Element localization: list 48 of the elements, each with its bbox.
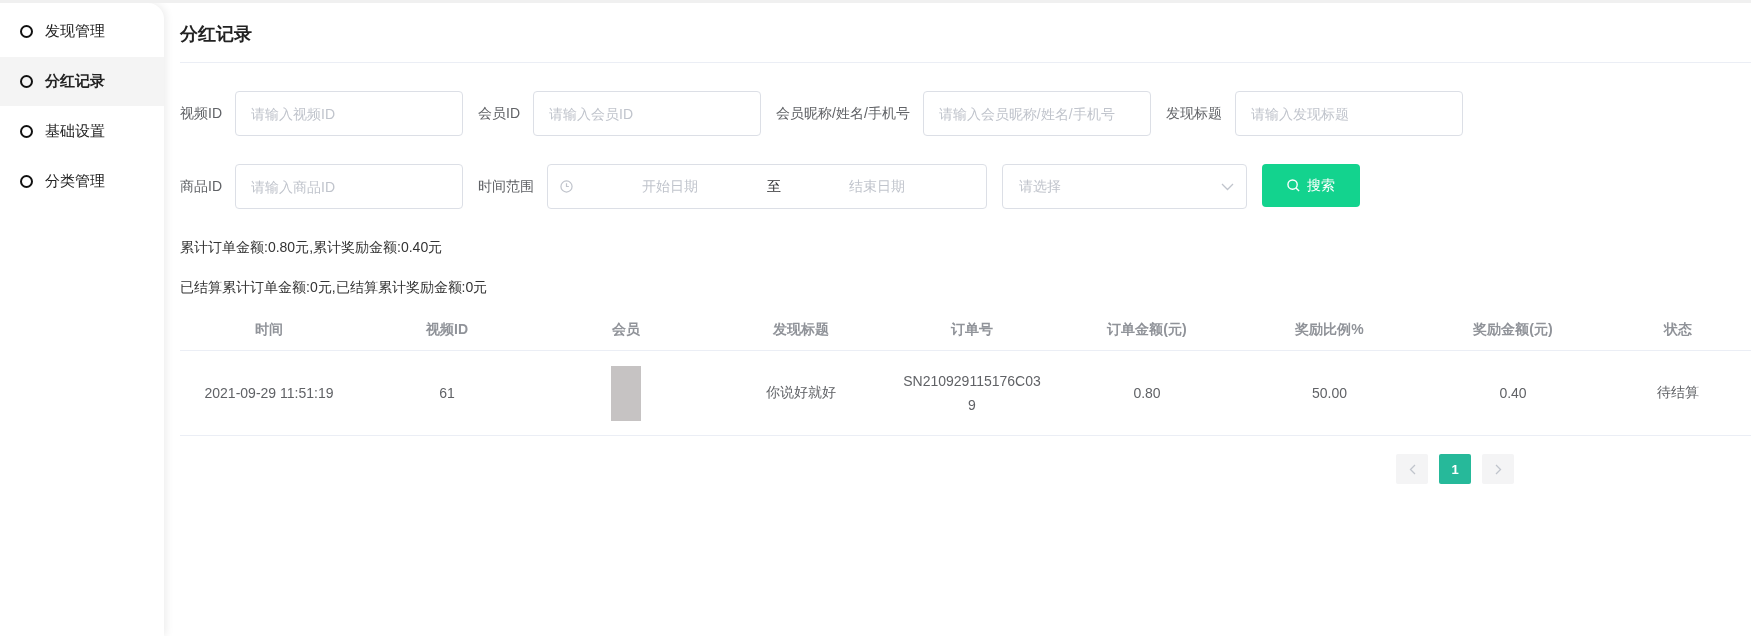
sidebar-item[interactable]: 发现管理 [0,7,164,56]
field-label: 发现标题 [1165,104,1222,123]
table-cell: 0.80 [1133,385,1161,401]
field-label: 时间范围 [478,177,534,196]
field-label: 会员昵称/姓名/手机号 [776,104,910,123]
table-cell-text: SN210929115176C039 [902,372,1042,415]
column-header: 视频ID [425,319,469,339]
input-field[interactable]: 请输入商品ID [235,164,463,209]
column-header: 状态 [1662,319,1693,339]
circle-icon [20,25,33,38]
sidebar-item[interactable]: 分类管理 [0,157,164,206]
clock-icon [560,180,573,193]
search-icon [1287,179,1300,192]
avatar-placeholder [610,365,641,421]
field-label: 视频ID [180,104,222,123]
sidebar-item[interactable]: 基础设置 [0,107,164,156]
page-title: 分红记录 [180,3,1751,63]
table-cell: 2021-09-29 11:51:19 [204,385,334,401]
column-header: 奖励比例% [1294,319,1365,339]
table-cell: 50.00 [1311,385,1347,401]
input-field[interactable]: 请输入会员ID [533,91,761,136]
chevron-right-icon [1494,463,1502,475]
column-header: 订单金额(元) [1105,319,1188,339]
column-header: 时间 [254,319,284,339]
column-header: 发现标题 [772,319,830,339]
input-field[interactable]: 请输入会员昵称/姓名/手机号 [922,91,1151,136]
summary-text: 已结算累计订单金额:0元,已结算累计奖励金额:0元 [180,279,489,297]
chevron-down-icon [1221,182,1234,191]
table-cell: 你说好就好 [766,384,836,402]
column-header: 会员 [610,319,641,339]
field-label: 会员ID [478,104,520,123]
previous-page-button[interactable] [1396,454,1428,484]
circle-icon [20,175,33,188]
chevron-left-icon [1408,463,1416,475]
input-field[interactable]: 请输入视频ID [235,91,463,136]
table-cell: 待结算 [1656,384,1699,402]
column-header: 奖励金额(元) [1472,319,1554,339]
next-page-button[interactable] [1482,454,1514,484]
field-label: 商品ID [180,177,222,196]
circle-icon [20,125,33,138]
sidebar-item[interactable]: 分红记录 [0,57,164,106]
table-cell: 0.40 [1499,385,1527,401]
table-cell: 61 [439,385,455,401]
circle-icon [20,75,33,88]
input-field[interactable]: 请输入发现标题 [1234,91,1463,136]
summary-text: 累计订单金额:0.80元,累计奖励金额:0.40元 [180,239,444,257]
column-header: 订单号 [949,319,994,339]
date-range-field[interactable]: 开始日期 至 结束日期 [547,164,987,209]
